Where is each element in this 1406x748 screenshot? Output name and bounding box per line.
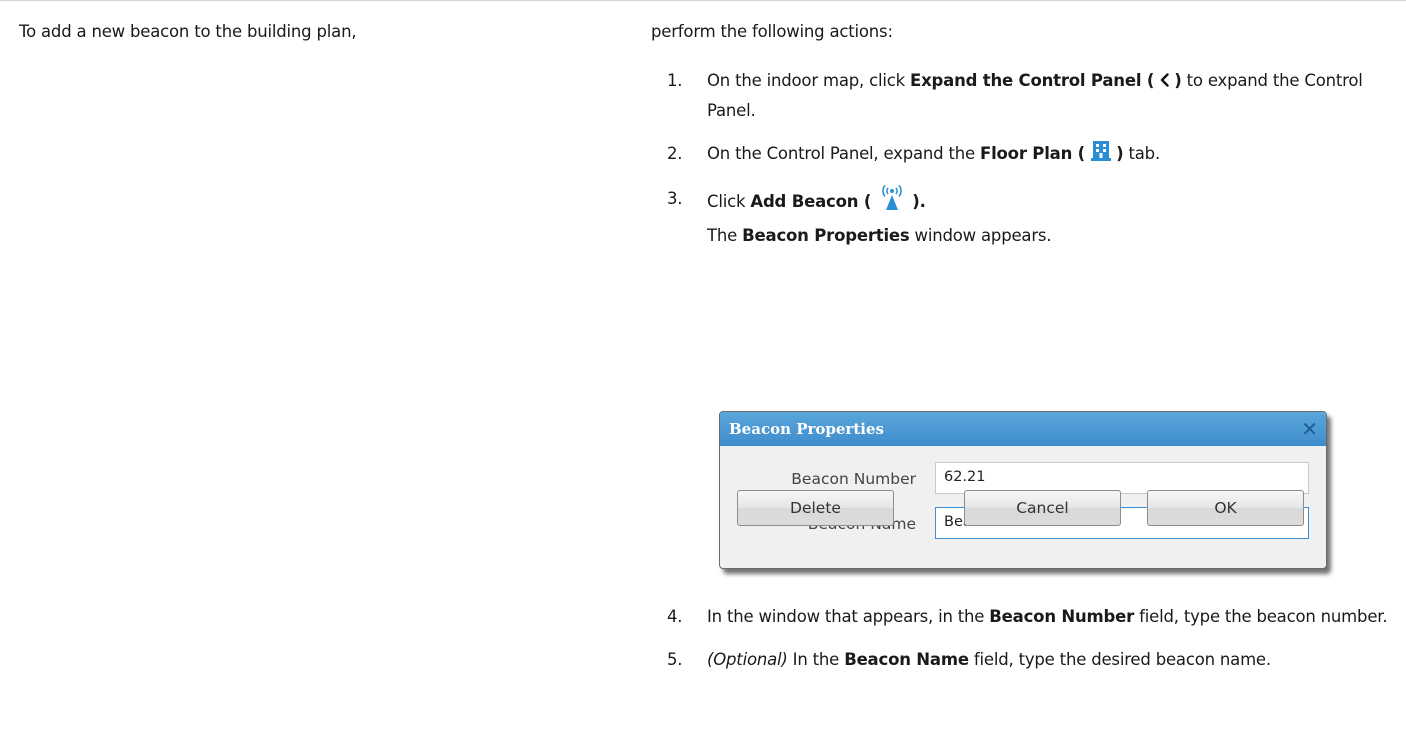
step-bold-term: Beacon Number: [989, 607, 1135, 626]
step-bold-term: Expand the Control Panel (: [910, 71, 1155, 90]
step-text: On the indoor map, click Expand the Cont…: [707, 66, 1397, 125]
step-number: 1.: [667, 71, 683, 90]
ok-button[interactable]: OK: [1147, 490, 1304, 526]
step-text: In the window that appears, in the Beaco…: [707, 602, 1397, 631]
step-number: 3.: [667, 189, 683, 208]
step-text-part: Click: [707, 192, 751, 211]
step-text-part: In the: [787, 650, 845, 669]
step-4: 4. In the window that appears, in the Be…: [667, 602, 1397, 631]
step-bold-term: Beacon Properties: [742, 226, 910, 245]
delete-button[interactable]: Delete: [737, 490, 894, 526]
step-bold-term: Add Beacon (: [750, 192, 872, 211]
step-text-part: In the window that appears, in the: [707, 607, 990, 626]
dialog-title-bar: Beacon Properties ✕: [720, 412, 1326, 446]
step-number: 4.: [667, 607, 683, 626]
chevron-left-icon: [1160, 67, 1169, 96]
step-text: Click Add Beacon ( ). The Beacon Properti…: [707, 184, 1397, 250]
step-text-part: The: [707, 226, 743, 245]
step-text: On the Control Panel, expand the Floor P…: [707, 139, 1397, 170]
step-bold-term: ).: [912, 192, 926, 211]
close-icon[interactable]: ✕: [1301, 419, 1318, 439]
step-number: 2.: [667, 144, 683, 163]
step-text-part: field, type the beacon number.: [1134, 607, 1388, 626]
step-bold-term: ): [1174, 71, 1182, 90]
step-text-part: tab.: [1123, 144, 1160, 163]
beacon-number-label: Beacon Number: [791, 470, 916, 488]
step-text-part: field, type the desired beacon name.: [968, 650, 1271, 669]
beacon-icon: [877, 184, 907, 221]
step-1: 1. On the indoor map, click Expand the C…: [667, 66, 1397, 125]
building-icon: [1090, 139, 1111, 170]
step-text-part: On the Control Panel, expand the: [707, 144, 981, 163]
step-bold-term: Floor Plan (: [980, 144, 1086, 163]
step-bold-term: Beacon Name: [844, 650, 969, 669]
intro-text-right: perform the following actions:: [651, 22, 893, 41]
step-optional-tag: (Optional): [707, 650, 788, 669]
step-text-part: window appears.: [909, 226, 1052, 245]
step-5: 5. (Optional) In the Beacon Name field, …: [667, 645, 1397, 674]
step-number: 5.: [667, 650, 683, 669]
step-3: 3. Click Add Beacon ( ). The Beacon Prope…: [667, 184, 1397, 250]
intro-text-left: To add a new beacon to the building plan…: [19, 22, 357, 41]
steps-list: 1. On the indoor map, click Expand the C…: [667, 66, 1397, 264]
step-2: 2. On the Control Panel, expand the Floo…: [667, 139, 1397, 170]
steps-list-continued: 4. In the window that appears, in the Be…: [667, 602, 1397, 688]
cancel-button[interactable]: Cancel: [964, 490, 1121, 526]
step-text-part: On the indoor map, click: [707, 71, 911, 90]
dialog-title: Beacon Properties: [729, 420, 884, 438]
step-text: (Optional) In the Beacon Name field, typ…: [707, 645, 1397, 674]
top-divider: [0, 0, 1406, 1]
